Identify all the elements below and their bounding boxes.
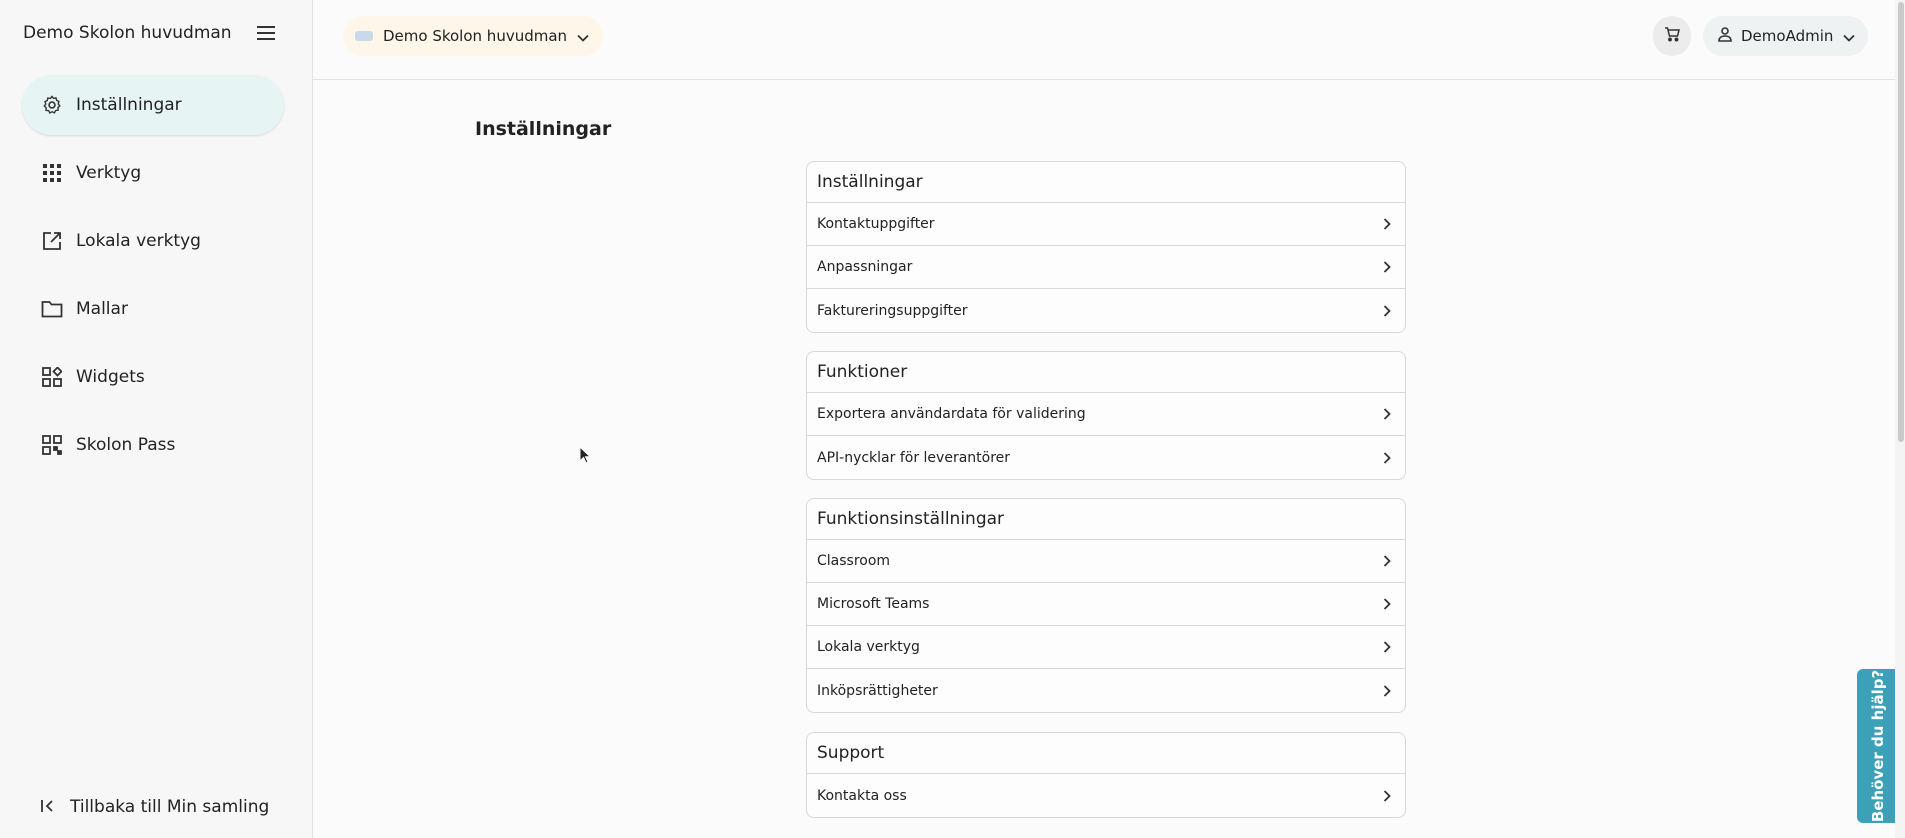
row-label: Lokala verktyg (817, 639, 920, 655)
sidebar-item-label: Skolon Pass (76, 435, 176, 455)
support-section: Support Kontakta oss (806, 732, 1406, 818)
scrollbar[interactable] (1895, 0, 1905, 838)
section-title: Inställningar (817, 172, 923, 192)
row-label: API-nycklar för leverantörer (817, 449, 1011, 466)
section-header: Funktioner (807, 352, 1405, 393)
sidebar-item-label: Verktyg (76, 163, 142, 183)
collapse-left-icon (40, 798, 56, 817)
gear-icon (40, 93, 64, 117)
chevron-right-icon (1379, 259, 1395, 275)
sidebar-item-label: Widgets (76, 367, 145, 387)
chevron-right-icon (1379, 553, 1395, 569)
sidebar-item-label: Lokala verktyg (76, 231, 201, 251)
chevron-right-icon (1379, 406, 1395, 422)
row-label: Kontakta oss (817, 787, 907, 804)
section-title: Funktioner (817, 362, 908, 382)
organization-logo (355, 31, 373, 41)
sidebar-item-label: Inställningar (76, 95, 182, 115)
sidebar-header: Demo Skolon huvudman (23, 20, 278, 46)
sidebar-item-label: Mallar (76, 299, 128, 319)
chevron-right-icon (1379, 788, 1395, 804)
user-icon (1717, 26, 1733, 46)
settings-section: Inställningar Kontaktuppgifter Anpassnin… (806, 161, 1406, 333)
section-title: Support (817, 743, 885, 763)
folder-icon (40, 297, 64, 321)
settings-row-lokala-verktyg[interactable]: Lokala verktyg (807, 626, 1405, 669)
chevron-right-icon (1379, 450, 1395, 466)
organization-switcher[interactable]: Demo Skolon huvudman (343, 16, 604, 56)
help-tab[interactable]: Behöver du hjälp? (1857, 669, 1899, 823)
cart-icon (1664, 26, 1680, 46)
sidebar-item-lokala-verktyg[interactable]: Lokala verktyg (22, 211, 284, 271)
row-label: Kontaktuppgifter (817, 216, 935, 232)
settings-row-api-keys[interactable]: API-nycklar för leverantörer (807, 436, 1405, 479)
top-bar: Demo Skolon huvudman DemoAdmin (313, 0, 1905, 80)
external-link-icon (40, 229, 64, 253)
function-settings-section: Funktionsinställningar Classroom Microso… (806, 498, 1406, 713)
organization-switcher-label: Demo Skolon huvudman (383, 27, 568, 45)
widgets-icon (40, 365, 64, 389)
settings-row-kontaktuppgifter[interactable]: Kontaktuppgifter (807, 203, 1405, 246)
sidebar: Demo Skolon huvudman Inställningar Verkt… (0, 0, 313, 838)
settings-row-classroom[interactable]: Classroom (807, 540, 1405, 583)
sidebar-item-widgets[interactable]: Widgets (22, 347, 284, 407)
row-label: Classroom (817, 553, 891, 569)
settings-row-microsoft-teams[interactable]: Microsoft Teams (807, 583, 1405, 626)
settings-row-export-user-data[interactable]: Exportera användardata för validering (807, 393, 1405, 436)
section-header: Support (807, 733, 1405, 774)
sidebar-item-installningar[interactable]: Inställningar (22, 75, 284, 135)
qr-code-icon (40, 433, 64, 457)
section-title: Funktionsinställningar (817, 509, 1005, 529)
back-to-collection-link[interactable]: Tillbaka till Min samling (40, 793, 269, 821)
mouse-cursor-icon (579, 445, 592, 468)
sidebar-nav: Inställningar Verktyg Lokala verktyg Mal… (22, 75, 284, 483)
menu-icon[interactable] (254, 21, 278, 45)
sidebar-item-skolon-pass[interactable]: Skolon Pass (22, 415, 284, 475)
row-label: Inköpsrättigheter (817, 682, 938, 699)
row-label: Faktureringsuppgifter (817, 302, 968, 319)
help-tab-label: Behöver du hjälp? (1869, 669, 1888, 823)
org-title: Demo Skolon huvudman (23, 23, 232, 43)
chevron-down-icon (1843, 27, 1856, 46)
chevron-right-icon (1379, 596, 1395, 612)
sidebar-item-verktyg[interactable]: Verktyg (22, 143, 284, 203)
row-label: Anpassningar (817, 259, 913, 275)
chevron-down-icon (577, 27, 589, 46)
chevron-right-icon (1379, 216, 1395, 232)
row-label: Microsoft Teams (817, 596, 930, 612)
settings-row-inkopsrattigheter[interactable]: Inköpsrättigheter (807, 669, 1405, 712)
user-menu-button[interactable]: DemoAdmin (1703, 16, 1868, 56)
row-label: Exportera användardata för validering (817, 406, 1086, 422)
chevron-right-icon (1379, 303, 1395, 319)
settings-row-kontakta-oss[interactable]: Kontakta oss (807, 774, 1405, 817)
sidebar-item-mallar[interactable]: Mallar (22, 279, 284, 339)
section-header: Funktionsinställningar (807, 499, 1405, 540)
cart-button[interactable] (1653, 16, 1691, 56)
section-header: Inställningar (807, 162, 1405, 203)
user-name: DemoAdmin (1741, 27, 1834, 45)
functions-section: Funktioner Exportera användardata för va… (806, 351, 1406, 480)
apps-grid-icon (40, 161, 64, 185)
chevron-right-icon (1379, 683, 1395, 699)
scrollbar-thumb[interactable] (1898, 2, 1904, 442)
chevron-right-icon (1379, 639, 1395, 655)
settings-row-anpassningar[interactable]: Anpassningar (807, 246, 1405, 289)
back-link-label: Tillbaka till Min samling (70, 797, 270, 817)
page-title: Inställningar (475, 118, 612, 140)
settings-row-faktureringsuppgifter[interactable]: Faktureringsuppgifter (807, 289, 1405, 332)
